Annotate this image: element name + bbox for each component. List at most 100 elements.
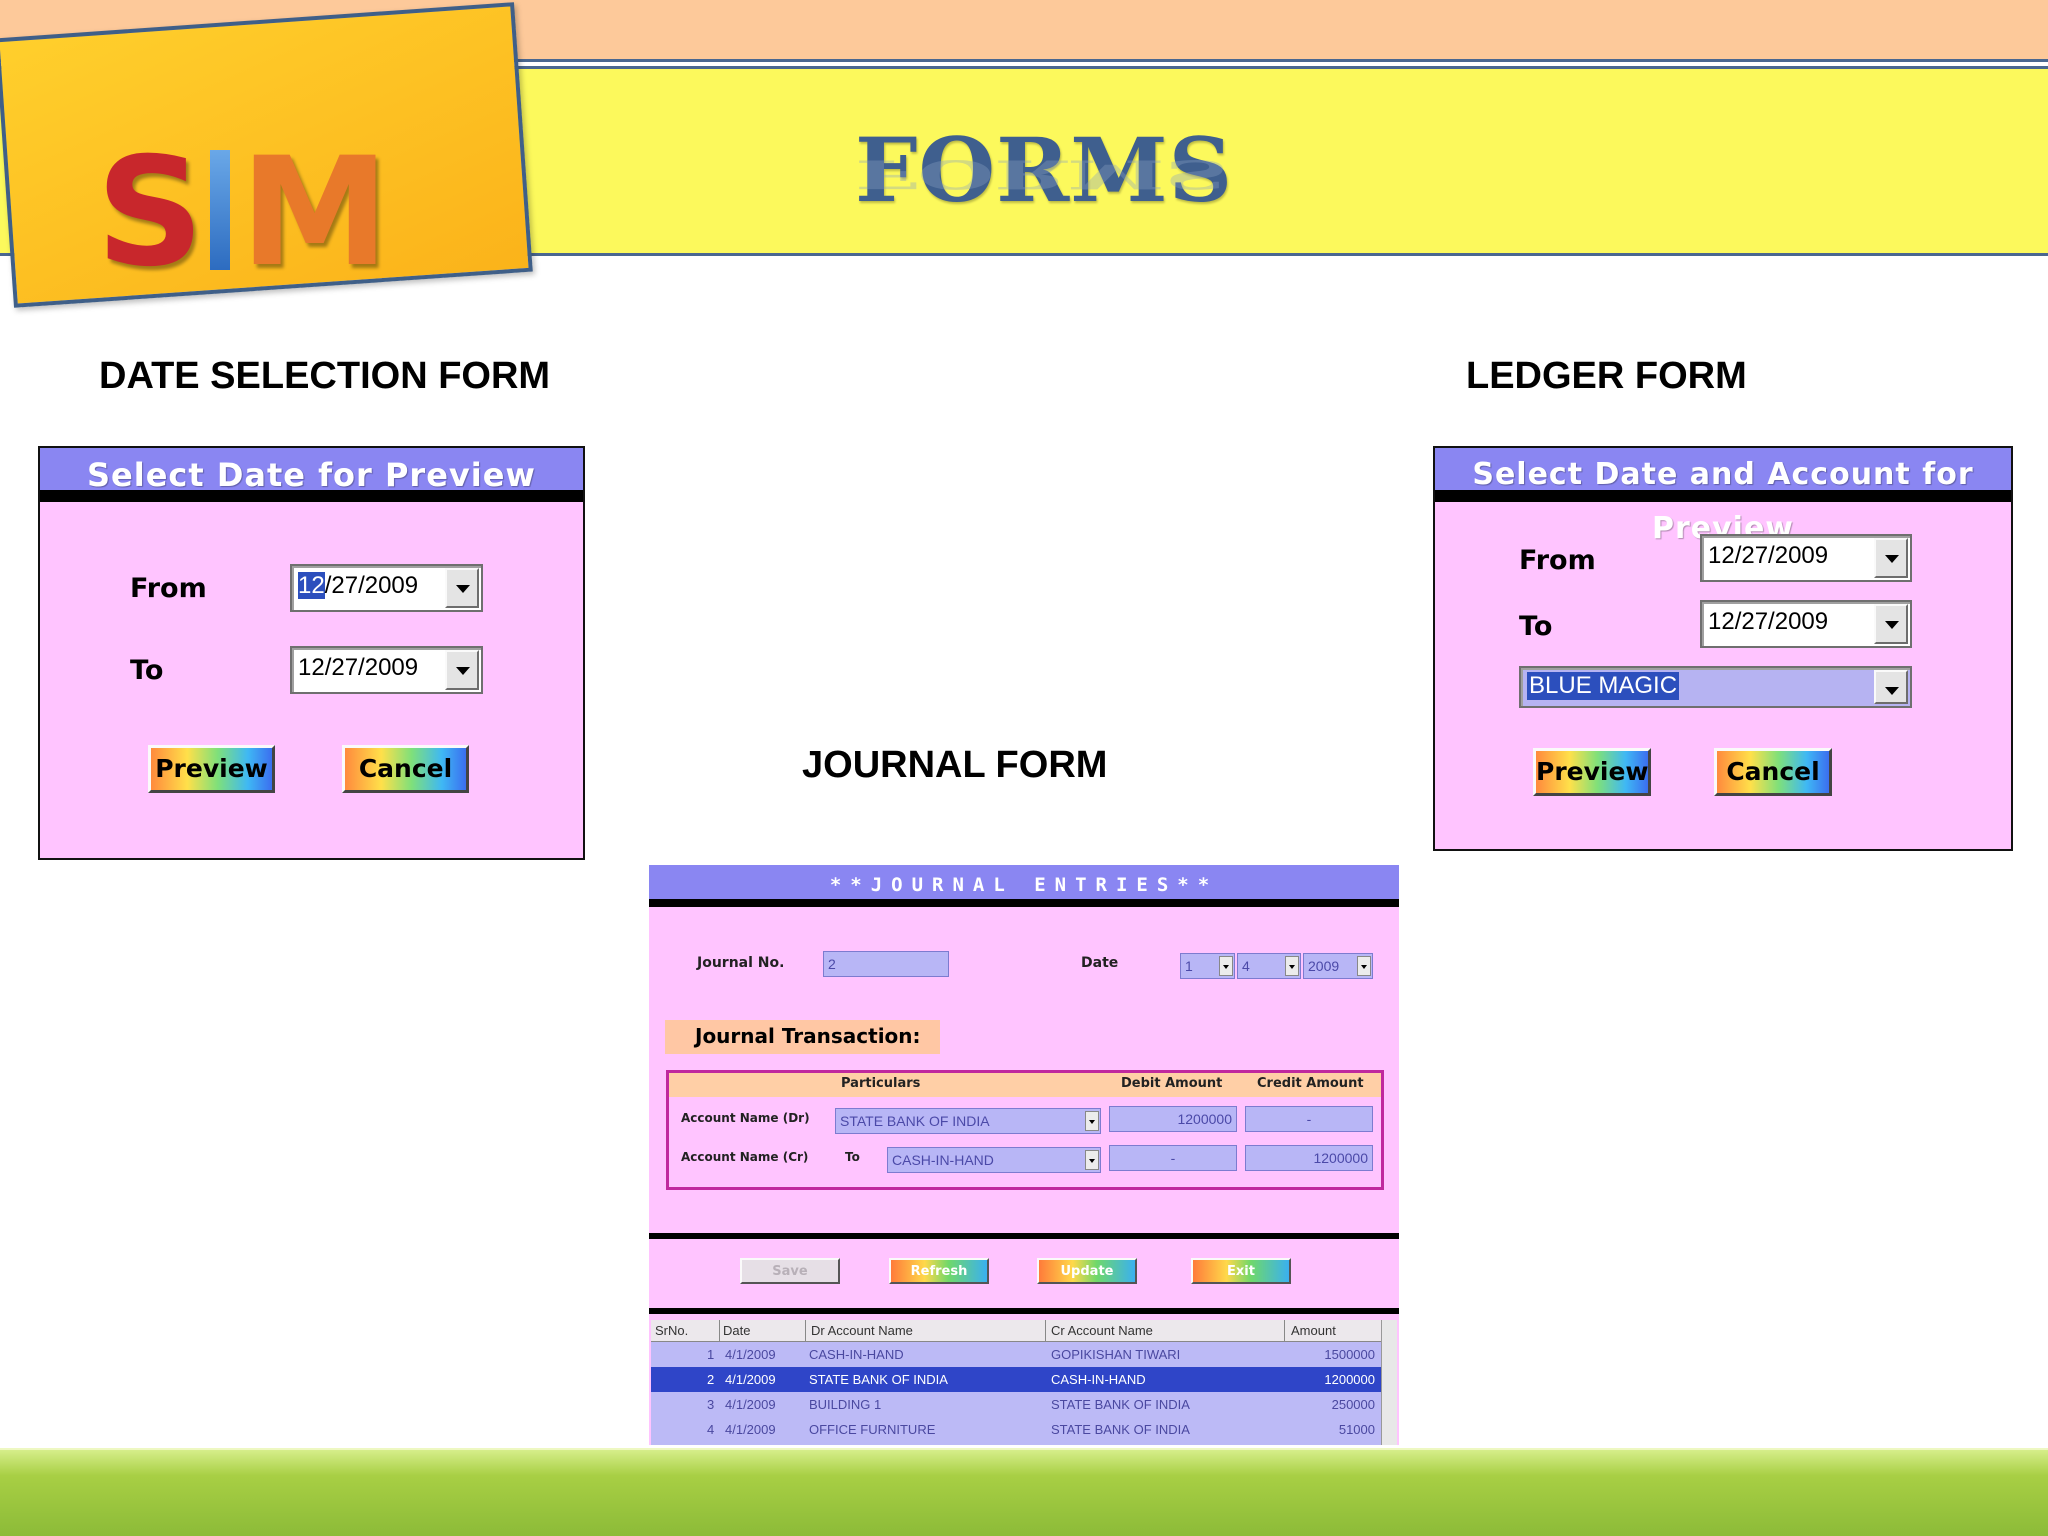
row-dr: BUILDING 1 <box>809 1397 882 1412</box>
row-dr: OFFICE FURNITURE <box>809 1422 936 1437</box>
row-amount: 1500000 <box>1324 1347 1375 1362</box>
cr-account-select[interactable]: CASH-IN-HAND <box>887 1147 1101 1173</box>
cr-account-label: Account Name (Cr) <box>681 1150 809 1164</box>
col-cr-header: Cr Account Name <box>1051 1323 1153 1338</box>
chevron-down-icon[interactable] <box>445 650 479 690</box>
row-amount: 51000 <box>1338 1422 1375 1437</box>
separator-top <box>649 1233 1399 1239</box>
date-day-value: 1 <box>1185 958 1193 974</box>
exit-button[interactable]: Exit <box>1191 1258 1291 1284</box>
chevron-down-icon[interactable] <box>1219 956 1233 976</box>
from-label: From <box>1519 545 1596 576</box>
row-no: 2 <box>707 1372 715 1387</box>
row-date: 4/1/2009 <box>725 1397 776 1412</box>
row-date: 4/1/2009 <box>725 1422 776 1437</box>
dr-account-value: STATE BANK OF INDIA <box>840 1113 990 1129</box>
table-scrollbar[interactable] <box>1381 1320 1397 1445</box>
transaction-grid-header: Particulars Debit Amount Credit Amount <box>669 1073 1381 1097</box>
journal-form: **JOURNAL ENTRIES** Journal No. 2 Date 1… <box>649 865 1399 1445</box>
journal-entries-table: SrNo. Date Dr Account Name Cr Account Na… <box>651 1320 1397 1445</box>
cr-to-label: To <box>845 1150 860 1164</box>
col-date-header: Date <box>723 1323 751 1338</box>
row-date: 4/1/2009 <box>725 1347 776 1362</box>
date-day-select[interactable]: 1 <box>1180 953 1235 979</box>
row-date: 4/1/2009 <box>725 1372 776 1387</box>
chevron-down-icon[interactable] <box>1874 670 1908 704</box>
date-selection-dialog-title: Select Date for Preview <box>40 448 583 502</box>
chevron-down-icon[interactable] <box>1085 1150 1099 1170</box>
cr-credit-amount[interactable]: 1200000 <box>1245 1145 1373 1171</box>
chevron-down-icon[interactable] <box>1285 956 1299 976</box>
cancel-button[interactable]: Cancel <box>1714 748 1832 796</box>
to-label: To <box>130 655 164 686</box>
table-row[interactable]: 4 4/1/2009 OFFICE FURNITURE STATE BANK O… <box>651 1417 1381 1442</box>
logo-letter-i-bar <box>210 150 231 270</box>
row-dr: CASH-IN-HAND <box>809 1347 904 1362</box>
from-label: From <box>130 573 207 604</box>
from-date-picker[interactable]: 12/27/2009 <box>290 564 483 612</box>
journal-no-input[interactable]: 2 <box>823 951 949 977</box>
journal-heading: JOURNAL FORM <box>802 744 1108 786</box>
account-value: BLUE MAGIC <box>1527 672 1680 700</box>
save-button[interactable]: Save <box>740 1258 840 1284</box>
chevron-down-icon[interactable] <box>1357 956 1371 976</box>
row-amount: 250000 <box>1331 1397 1375 1412</box>
row-cr: CASH-IN-HAND <box>1051 1372 1146 1387</box>
col-srno-header: SrNo. <box>655 1323 689 1338</box>
refresh-button[interactable]: Refresh <box>889 1258 989 1284</box>
credit-header: Credit Amount <box>1257 1076 1364 1091</box>
date-year-value: 2009 <box>1308 958 1340 974</box>
to-label: To <box>1519 611 1553 642</box>
col-dr-header: Dr Account Name <box>811 1323 913 1338</box>
sim-logo: SM <box>96 138 389 288</box>
row-cr: STATE BANK OF INDIA <box>1051 1397 1190 1412</box>
to-date-picker[interactable]: 12/27/2009 <box>290 646 483 694</box>
chevron-down-icon[interactable] <box>1085 1111 1099 1131</box>
table-row[interactable]: 3 4/1/2009 BUILDING 1 STATE BANK OF INDI… <box>651 1392 1381 1417</box>
to-date-value: 12/27/2009 <box>298 654 419 681</box>
from-date-picker[interactable]: 12/27/2009 <box>1700 534 1912 582</box>
row-amount: 1200000 <box>1324 1372 1375 1387</box>
dr-debit-amount[interactable]: 1200000 <box>1109 1106 1237 1132</box>
chevron-down-icon[interactable] <box>1874 538 1908 578</box>
dr-account-select[interactable]: STATE BANK OF INDIA <box>835 1108 1101 1134</box>
chevron-down-icon[interactable] <box>445 568 479 608</box>
row-no: 1 <box>707 1347 715 1362</box>
footer-bar <box>0 1448 2048 1536</box>
account-select[interactable]: BLUE MAGIC <box>1519 666 1912 708</box>
ledger-dialog: Select Date and Account for Preview From… <box>1433 446 2013 851</box>
logo-letter-s: S <box>96 126 204 300</box>
row-cr: GOPIKISHAN TIWARI <box>1051 1347 1181 1362</box>
cr-debit-amount[interactable]: - <box>1109 1145 1237 1171</box>
journal-table-header: SrNo. Date Dr Account Name Cr Account Na… <box>651 1320 1381 1342</box>
chevron-down-icon[interactable] <box>1874 604 1908 644</box>
from-date-value: 12/27/2009 <box>298 572 419 599</box>
table-row-selected[interactable]: 2 4/1/2009 STATE BANK OF INDIA CASH-IN-H… <box>651 1367 1381 1392</box>
row-cr: STATE BANK OF INDIA <box>1051 1422 1190 1437</box>
debit-header: Debit Amount <box>1121 1076 1223 1091</box>
dr-credit-amount[interactable]: - <box>1245 1106 1373 1132</box>
col-amount-header: Amount <box>1291 1323 1336 1338</box>
row-no: 3 <box>707 1397 715 1412</box>
row-no: 4 <box>707 1422 715 1437</box>
cr-account-value: CASH-IN-HAND <box>892 1152 994 1168</box>
date-selection-dialog: Select Date for Preview From 12/27/2009 … <box>38 446 585 860</box>
ledger-heading: LEDGER FORM <box>1466 355 1747 397</box>
date-label: Date <box>1081 955 1119 971</box>
date-year-select[interactable]: 2009 <box>1303 953 1373 979</box>
date-month-value: 4 <box>1242 958 1250 974</box>
cancel-button[interactable]: Cancel <box>342 745 469 793</box>
update-button[interactable]: Update <box>1037 1258 1137 1284</box>
page-title-reflection: FORMS <box>855 151 1229 198</box>
preview-button[interactable]: Preview <box>1533 748 1651 796</box>
journal-transaction-title: Journal Transaction: <box>665 1020 940 1054</box>
particulars-header: Particulars <box>841 1076 921 1091</box>
transaction-grid: Particulars Debit Amount Credit Amount A… <box>666 1070 1384 1190</box>
to-date-picker[interactable]: 12/27/2009 <box>1700 600 1912 648</box>
table-row[interactable]: 1 4/1/2009 CASH-IN-HAND GOPIKISHAN TIWAR… <box>651 1342 1381 1367</box>
date-selection-heading: DATE SELECTION FORM <box>99 355 551 397</box>
ledger-dialog-title: Select Date and Account for Preview <box>1435 448 2011 546</box>
date-month-select[interactable]: 4 <box>1237 953 1301 979</box>
to-date-value: 12/27/2009 <box>1708 608 1829 635</box>
preview-button[interactable]: Preview <box>148 745 275 793</box>
